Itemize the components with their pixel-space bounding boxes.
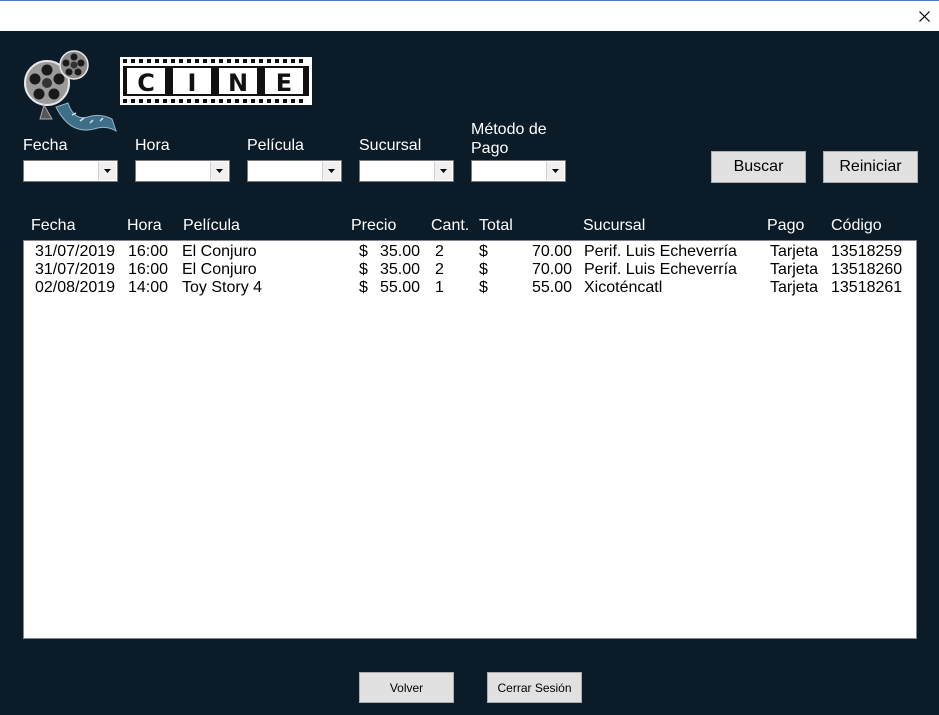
chevron-down-icon[interactable]	[434, 162, 452, 180]
cell-codigo: 13518260	[831, 261, 903, 278]
chevron-down-icon[interactable]	[210, 162, 228, 180]
chevron-down-icon[interactable]	[322, 162, 340, 180]
close-button[interactable]	[909, 1, 939, 31]
column-header-fecha: Fecha	[31, 217, 76, 234]
cell-pelicula: Toy Story 4	[182, 279, 263, 296]
filter-label-metodo-pago: Método de Pago	[471, 120, 547, 158]
cell-codigo: 13518259	[831, 243, 903, 260]
buscar-button[interactable]: Buscar	[711, 151, 806, 183]
chevron-down-icon[interactable]	[546, 162, 564, 180]
cell-precio: 55.00	[379, 279, 420, 296]
svg-text:N: N	[228, 69, 248, 97]
cine-logo: C I N E	[22, 45, 322, 137]
column-header-sucursal: Sucursal	[583, 217, 646, 234]
cell-fecha: 02/08/2019	[35, 279, 116, 296]
filter-label-fecha: Fecha	[23, 137, 68, 154]
volver-button[interactable]: Volver	[359, 672, 454, 703]
sucursal-combobox[interactable]	[359, 160, 454, 182]
column-header-total: Total	[479, 217, 513, 234]
title-bar	[0, 0, 939, 31]
cell-pago: Tarjeta	[770, 261, 819, 278]
cell-cant: 2	[435, 261, 444, 278]
svg-text:I: I	[188, 69, 197, 97]
column-header-hora: Hora	[127, 217, 162, 234]
fecha-combobox[interactable]	[23, 160, 118, 182]
cell-precio-symbol: $	[359, 261, 368, 278]
column-header-pelicula: Película	[183, 217, 240, 234]
filter-label-sucursal: Sucursal	[359, 137, 422, 154]
cell-pago: Tarjeta	[770, 243, 819, 260]
cell-precio: 35.00	[379, 243, 420, 260]
cell-sucursal: Xicoténcatl	[584, 279, 663, 296]
cell-total-symbol: $	[479, 261, 488, 278]
cerrar-sesion-button[interactable]: Cerrar Sesión	[487, 672, 582, 703]
column-header-precio: Precio	[351, 217, 397, 234]
cell-cant: 1	[435, 279, 444, 296]
pelicula-combobox[interactable]	[247, 160, 342, 182]
ventas-listbox[interactable]: 31/07/2019 16:00 El Conjuro $ 35.00 2 $ …	[23, 240, 917, 639]
cell-hora: 14:00	[128, 279, 169, 296]
chevron-down-icon[interactable]	[98, 162, 116, 180]
cell-fecha: 31/07/2019	[35, 261, 116, 278]
column-header-codigo: Código	[831, 217, 882, 234]
filter-label-hora: Hora	[135, 137, 170, 154]
cell-pago: Tarjeta	[770, 279, 819, 296]
list-item[interactable]: 31/07/2019 16:00 El Conjuro $ 35.00 2 $ …	[24, 261, 916, 279]
svg-text:E: E	[276, 69, 292, 97]
cell-hora: 16:00	[128, 261, 169, 278]
cell-precio-symbol: $	[359, 279, 368, 296]
reiniciar-button[interactable]: Reiniciar	[823, 151, 918, 183]
cell-total-symbol: $	[479, 243, 488, 260]
filter-label-pelicula: Película	[247, 137, 304, 154]
cell-precio-symbol: $	[359, 243, 368, 260]
cell-sucursal: Perif. Luis Echeverría	[584, 243, 737, 260]
list-item[interactable]: 02/08/2019 14:00 Toy Story 4 $ 55.00 1 $…	[24, 279, 916, 297]
column-header-cant: Cant.	[431, 217, 470, 234]
cell-sucursal: Perif. Luis Echeverría	[584, 261, 737, 278]
svg-text:C: C	[137, 69, 155, 97]
list-item[interactable]: 31/07/2019 16:00 El Conjuro $ 35.00 2 $ …	[24, 243, 916, 261]
cell-total: 70.00	[531, 261, 572, 278]
cell-fecha: 31/07/2019	[35, 243, 116, 260]
cell-hora: 16:00	[128, 243, 169, 260]
cell-cant: 2	[435, 243, 444, 260]
cell-total-symbol: $	[479, 279, 488, 296]
cell-total: 70.00	[531, 243, 572, 260]
close-icon	[918, 10, 930, 22]
cell-pelicula: El Conjuro	[182, 261, 257, 278]
main-panel: C I N E Fecha Hora Película Sucursal Mét…	[0, 31, 939, 715]
hora-combobox[interactable]	[135, 160, 230, 182]
filter-label-metodo-line1: Método de	[471, 121, 547, 138]
cine-film-strip: C I N E	[120, 57, 312, 105]
film-reel-icon	[24, 50, 117, 133]
cell-pelicula: El Conjuro	[182, 243, 257, 260]
cell-precio: 35.00	[379, 261, 420, 278]
column-header-pago: Pago	[767, 217, 805, 234]
cell-codigo: 13518261	[831, 279, 903, 296]
filter-label-metodo-line2: Pago	[471, 140, 509, 157]
cell-total: 55.00	[531, 279, 572, 296]
metodo-pago-combobox[interactable]	[471, 160, 566, 182]
